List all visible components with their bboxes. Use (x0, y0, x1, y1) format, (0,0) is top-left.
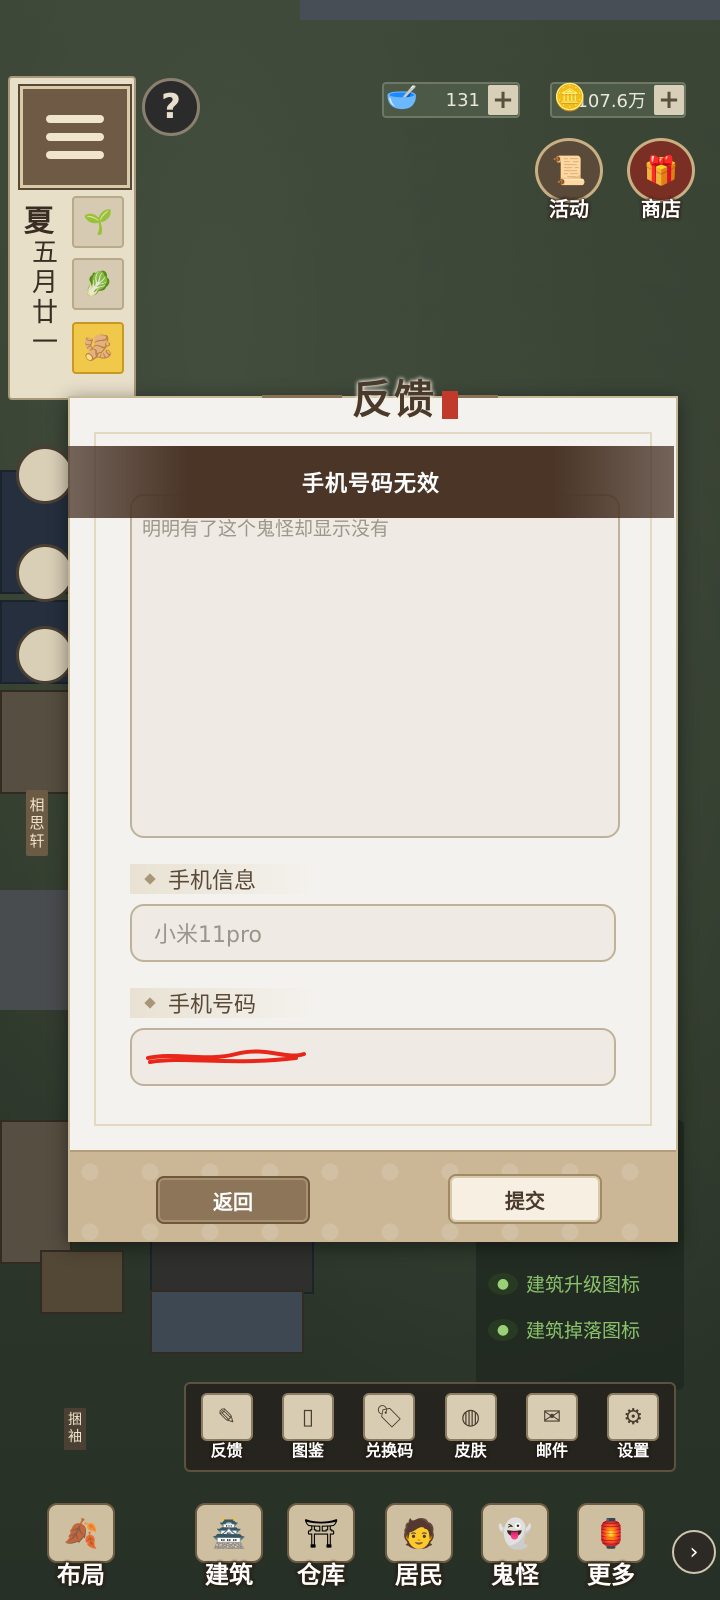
nav-residents[interactable]: 🧑 居民 (374, 1503, 464, 1590)
crop-slot-selected[interactable]: 🫚 (72, 322, 124, 374)
nav-ghosts[interactable]: 👻 鬼怪 (470, 1503, 560, 1590)
menu-icon (46, 133, 104, 141)
menu-handbook-label: 图鉴 (291, 1441, 324, 1460)
nav-layout-label: 布局 (57, 1561, 105, 1589)
more-menu-tray: ✎ 反馈 ▯ 图鉴 🏷 兑换码 ◍ 皮肤 ✉ 邮件 ⚙ 设置 (184, 1382, 676, 1472)
menu-skin-label: 皮肤 (454, 1441, 487, 1460)
book-shortcut[interactable] (16, 544, 74, 602)
building-icon: 🏯 (195, 1503, 263, 1563)
code-icon: 🏷 (363, 1393, 416, 1441)
crop-slot[interactable]: 🥬 (72, 258, 124, 310)
add-silver-button[interactable]: + (488, 85, 518, 115)
menu-mail-label: 邮件 (535, 1441, 568, 1460)
chevron-right-icon: › (689, 1539, 699, 1565)
menu-settings[interactable]: ⚙ 设置 (598, 1393, 668, 1461)
menu-feedback-label: 反馈 (210, 1441, 243, 1460)
date-label: 五月廿一 (31, 238, 58, 358)
menu-icon (46, 151, 104, 159)
feedback-icon: ✎ (200, 1393, 253, 1441)
menu-redeem-code[interactable]: 🏷 兑换码 (354, 1393, 424, 1461)
resident-portrait[interactable] (16, 446, 74, 504)
toggle-label: 建筑升级图标 (526, 1274, 641, 1296)
nav-more[interactable]: 🏮 更多 (566, 1503, 656, 1590)
nav-warehouse[interactable]: ⛩ 仓库 (276, 1503, 366, 1590)
nav-residents-label: 居民 (395, 1561, 443, 1589)
menu-settings-label: 设置 (617, 1441, 650, 1460)
coin-counter: 🪙 107.6万 + (550, 82, 686, 118)
menu-feedback[interactable]: ✎ 反馈 (192, 1393, 262, 1461)
mail-icon: ✉ (525, 1393, 578, 1441)
activity-label: 活动 (549, 197, 589, 221)
nav-building[interactable]: 🏯 建筑 (184, 1503, 274, 1590)
nav-ghosts-label: 鬼怪 (491, 1561, 539, 1589)
phone-number-label: 手机号码 (130, 988, 316, 1018)
menu-icon (46, 115, 104, 123)
nav-layout[interactable]: 🍂 布局 (36, 1503, 126, 1590)
help-button[interactable]: ? (142, 78, 200, 136)
error-toast: 手机号码无效 (68, 446, 674, 518)
building-sign[interactable]: 捆袖 (64, 1408, 86, 1450)
shop-label: 商店 (641, 197, 681, 221)
dialog-header: 反馈 (210, 366, 550, 426)
menu-mail[interactable]: ✉ 邮件 (517, 1393, 587, 1461)
crop-slot[interactable]: 🌱 (72, 196, 124, 248)
phone-info-label-text: 手机信息 (168, 869, 257, 894)
phone-info-label: 手机信息 (130, 864, 316, 894)
coin-icon: 🪙 (553, 83, 587, 113)
next-arrow-button[interactable]: › (672, 1530, 716, 1574)
warehouse-icon: ⛩ (287, 1503, 355, 1563)
menu-handbook[interactable]: ▯ 图鉴 (273, 1393, 343, 1461)
nav-building-label: 建筑 (205, 1561, 253, 1589)
skin-icon: ◍ (444, 1393, 497, 1441)
bottom-nav: 🍂 布局 🏯 建筑 ⛩ 仓库 🧑 居民 👻 鬼怪 🏮 更多 › (0, 1470, 720, 1600)
decor-swirl (458, 394, 498, 398)
ghost-icon: 👻 (481, 1503, 549, 1563)
eye-icon: ● (488, 1318, 518, 1341)
add-coin-button[interactable]: + (654, 85, 684, 115)
menu-button[interactable] (20, 86, 130, 188)
submit-button[interactable]: 提交 (448, 1174, 602, 1224)
toggle-building-upgrade-icon[interactable]: ● 建筑升级图标 (488, 1270, 640, 1297)
seal-stamp (442, 391, 458, 419)
phone-number-field[interactable] (130, 1028, 616, 1086)
diamond-bullet-icon (144, 997, 156, 1009)
lantern-icon: 🏮 (577, 1503, 645, 1563)
silver-counter: 🥣 131 + (382, 82, 520, 118)
book-icon: ▯ (281, 1393, 334, 1441)
shop-button[interactable]: 🎁 商店 (624, 138, 698, 222)
back-button[interactable]: 返回 (156, 1176, 310, 1224)
cabbage-icon: 🥬 (83, 270, 113, 298)
layout-icon: 🍂 (47, 1503, 115, 1563)
phone-info-field[interactable]: 小米11pro (130, 904, 616, 962)
feedback-dialog: 反馈 明明有了这个鬼怪却显示没有 手机信息 小米11pro 手机号码 返回 提交 (68, 376, 678, 1242)
phone-number-label-text: 手机号码 (168, 993, 257, 1018)
dialog-footer: 返回 提交 (70, 1150, 676, 1242)
feedback-text: 明明有了这个鬼怪却显示没有 (142, 518, 390, 540)
ginger-icon: 🫚 (83, 334, 113, 362)
activity-button[interactable]: 📜 活动 (532, 138, 606, 222)
bag-shortcut[interactable] (16, 626, 74, 684)
nav-warehouse-label: 仓库 (297, 1561, 345, 1589)
scallion-icon: 🌱 (83, 208, 113, 236)
toggle-building-drop-icon[interactable]: ● 建筑掉落图标 (488, 1316, 640, 1343)
silver-ingot-icon: 🥣 (385, 83, 419, 113)
decor-swirl (262, 394, 342, 398)
nav-more-label: 更多 (587, 1561, 635, 1589)
eye-icon: ● (488, 1272, 518, 1295)
dialog-title: 反馈 (352, 376, 436, 423)
resident-icon: 🧑 (385, 1503, 453, 1563)
season-label: 夏 (24, 204, 54, 239)
phone-info-value: 小米11pro (154, 923, 262, 948)
gear-icon: ⚙ (607, 1393, 660, 1441)
toggle-label: 建筑掉落图标 (526, 1320, 641, 1342)
redaction-scribble (146, 1049, 306, 1064)
building-sign[interactable]: 相思轩 (26, 790, 48, 856)
feedback-textarea[interactable]: 明明有了这个鬼怪却显示没有 (130, 494, 620, 838)
help-icon: ? (161, 87, 181, 127)
menu-skin[interactable]: ◍ 皮肤 (436, 1393, 506, 1461)
diamond-bullet-icon (144, 873, 156, 885)
calendar-panel: 夏 五月廿一 🌱 🥬 🫚 (8, 76, 136, 400)
menu-redeem-label: 兑换码 (365, 1441, 414, 1460)
